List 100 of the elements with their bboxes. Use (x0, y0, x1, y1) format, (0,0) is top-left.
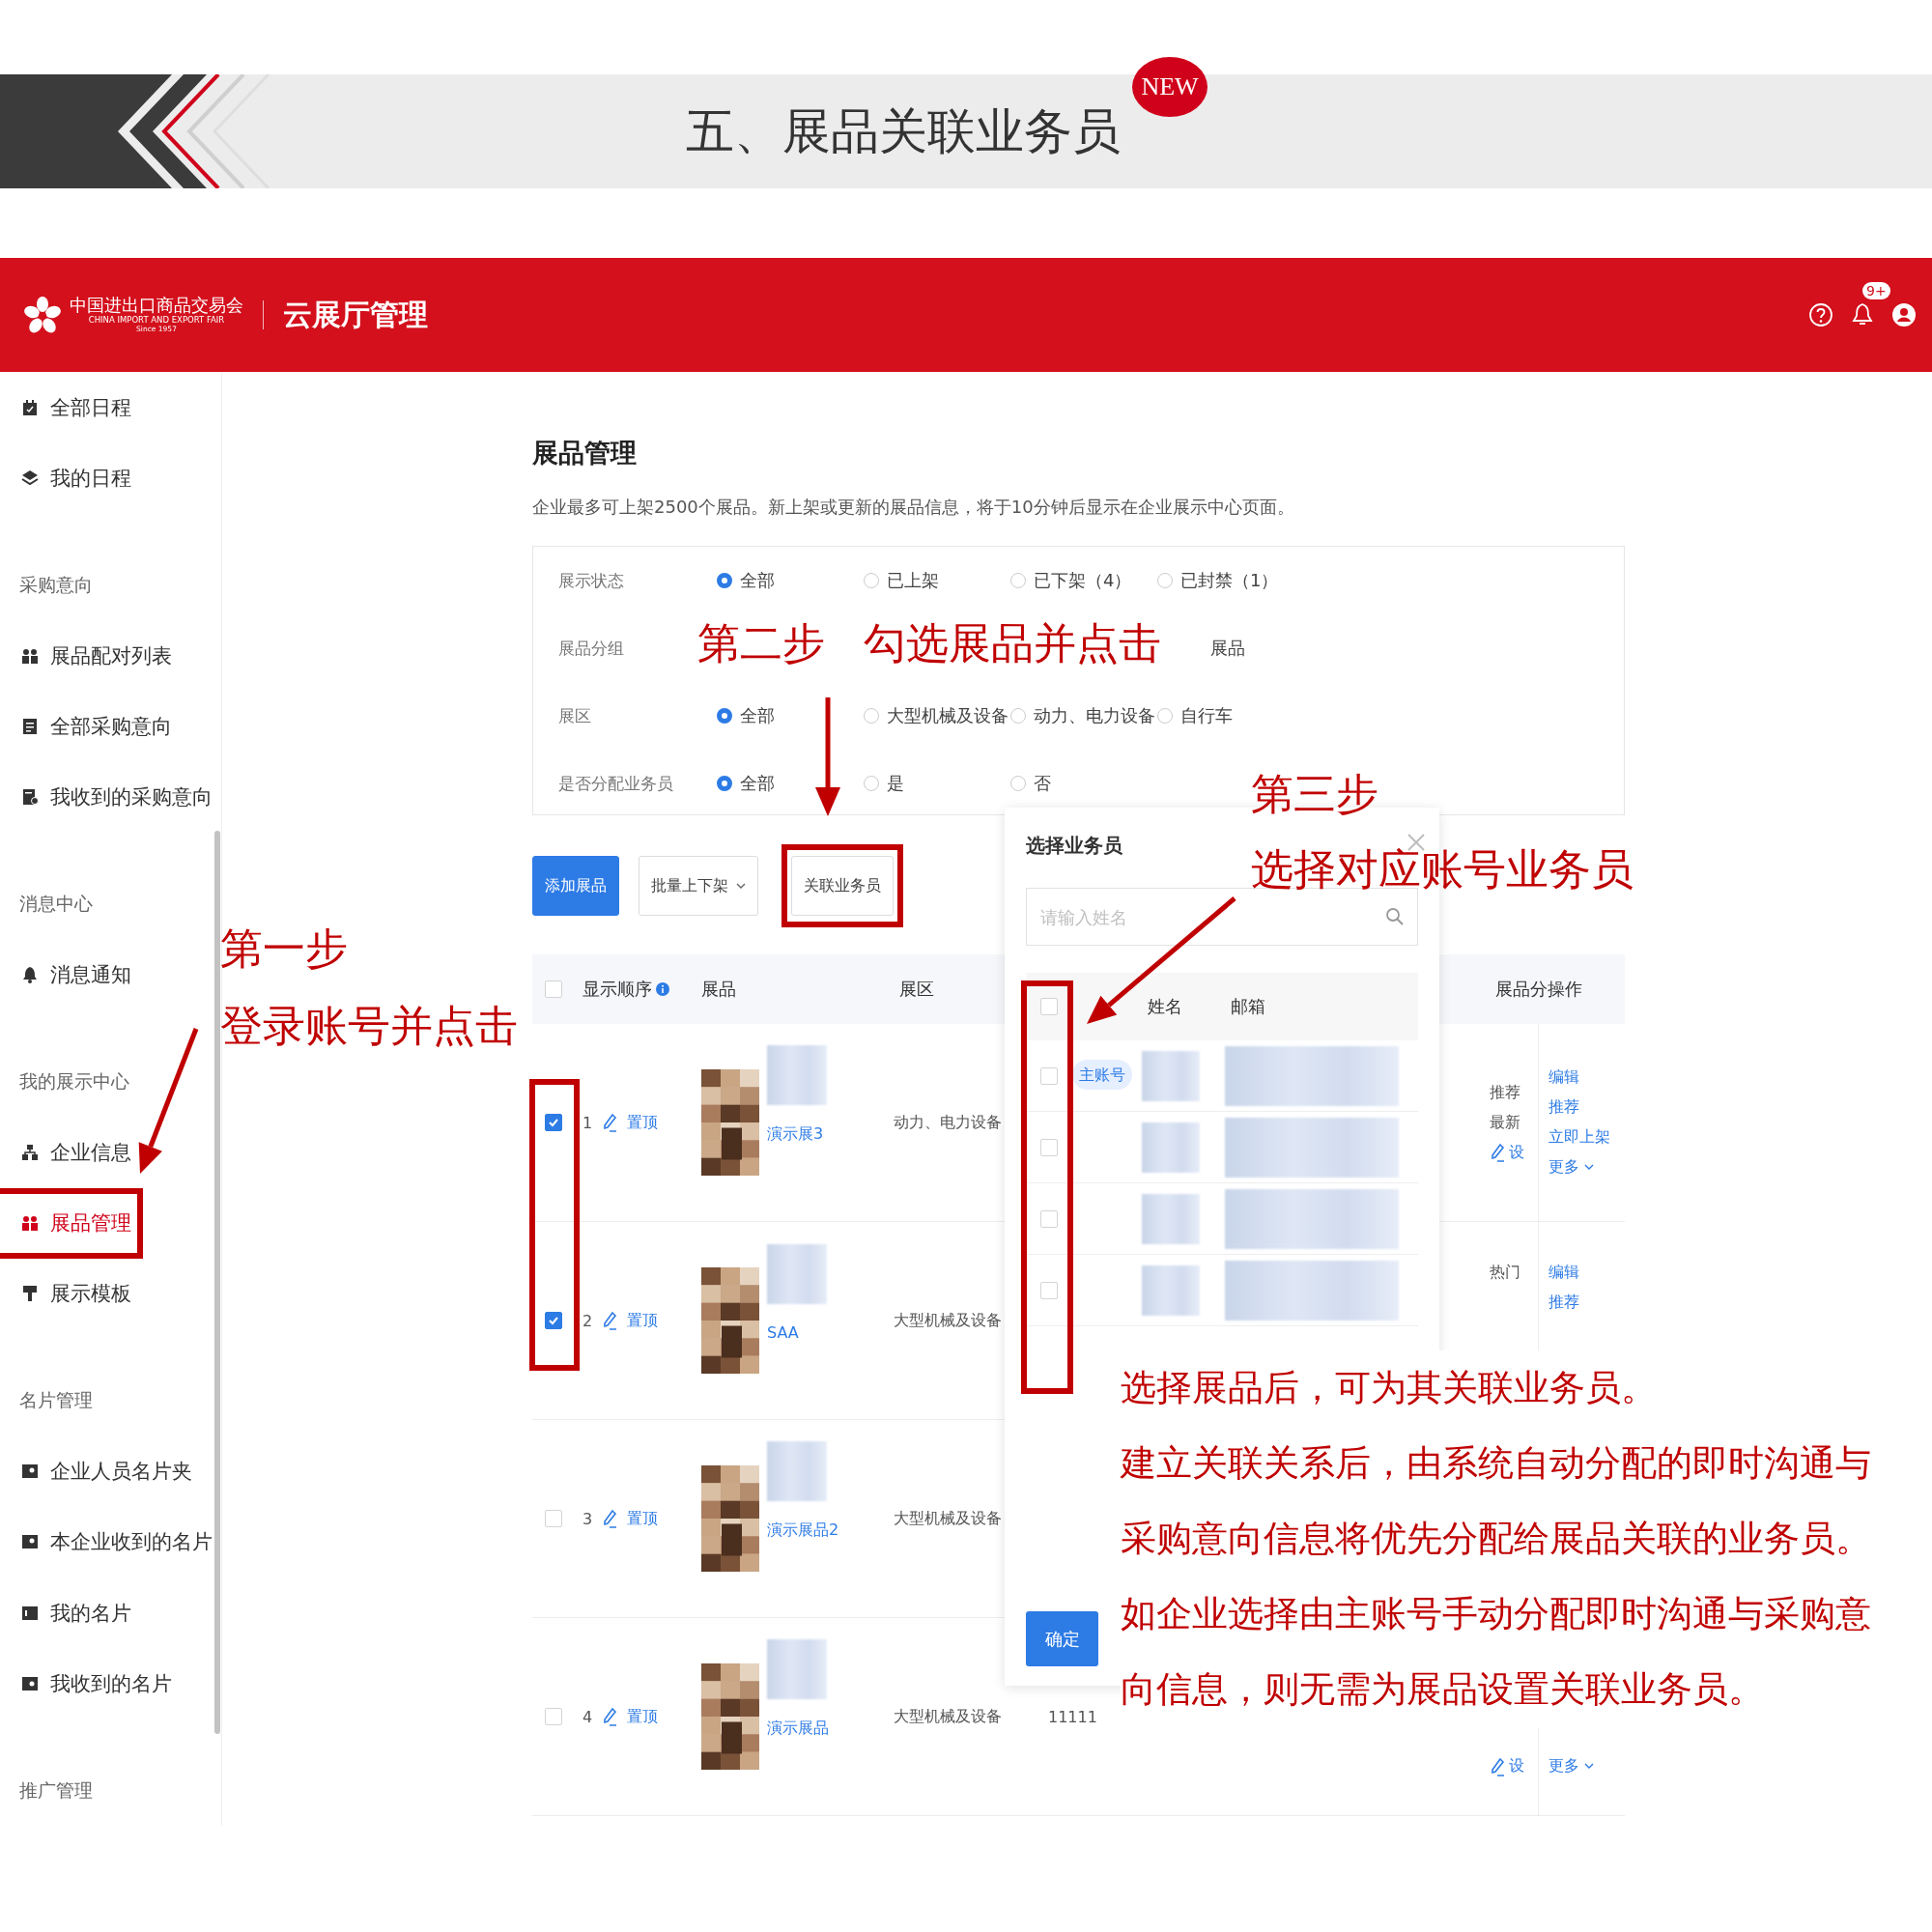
more-link[interactable]: 更多 (1548, 1157, 1594, 1178)
action-link[interactable]: 推荐 (1548, 1097, 1579, 1118)
group-tag: 最新 (1490, 1112, 1520, 1133)
sidebar-item[interactable]: 我的日程 (0, 451, 131, 505)
checkmark-icon (548, 1315, 559, 1326)
radio-button[interactable] (1157, 573, 1173, 588)
app-title: 云展厅管理 (283, 296, 428, 333)
logo-subtitle: CHINA IMPORT AND EXPORT FAIR (88, 316, 225, 326)
sidebar-item[interactable]: 全部日程 (0, 381, 131, 435)
column-header: 显示顺序 (582, 978, 652, 1001)
action-link[interactable]: 编辑 (1548, 1263, 1579, 1283)
product-link[interactable]: 演示展3 (767, 1123, 827, 1145)
option-label[interactable]: 全部 (740, 569, 775, 592)
scrollbar[interactable] (214, 831, 220, 1734)
checkbox[interactable] (545, 1114, 562, 1131)
people-icon (21, 1214, 39, 1233)
pencil-icon (1490, 1756, 1505, 1776)
sidebar-item[interactable]: 全部采购意向 (0, 699, 172, 753)
sidebar-item[interactable]: 展品配对列表 (0, 629, 172, 683)
layers-icon (21, 469, 39, 487)
dialog-title: 选择业务员 (1026, 833, 1122, 859)
option-label[interactable]: 自行车 (1180, 704, 1233, 727)
note-text: 选择展品后，可为其关联业务员。 (1121, 1366, 1658, 1410)
radio-button[interactable] (864, 708, 879, 724)
option-label[interactable]: 已上架 (887, 569, 939, 592)
option-label[interactable]: 已封禁（1） (1180, 569, 1279, 592)
more-link[interactable]: 更多 (1548, 1756, 1594, 1776)
product-link[interactable]: 演示展品 (767, 1718, 829, 1739)
radio-button[interactable] (864, 573, 879, 588)
option-label[interactable]: 全部 (740, 772, 775, 795)
pencil-icon (602, 1509, 618, 1528)
group-tag: 推荐 (1490, 1082, 1520, 1103)
option-label[interactable]: 展品 (1210, 637, 1245, 660)
user-icon[interactable] (1891, 302, 1917, 327)
sidebar-item[interactable]: 企业信息 (0, 1125, 131, 1179)
action-link[interactable]: 立即上架 (1548, 1127, 1610, 1148)
action-link[interactable]: 推荐 (1548, 1293, 1579, 1313)
filter-label: 展区 (558, 704, 592, 727)
radio-button[interactable] (864, 776, 879, 791)
list-icon (21, 717, 39, 735)
sidebar-item[interactable]: 本企业收到的名片 (0, 1515, 213, 1569)
product-link[interactable]: 演示展品2 (767, 1520, 839, 1541)
calendar-icon (21, 398, 39, 416)
radio-button[interactable] (717, 573, 732, 588)
pin-link[interactable]: 置顶 (627, 1508, 659, 1529)
pencil-icon (1490, 1143, 1505, 1162)
sidebar-item[interactable]: 我的名片 (0, 1586, 131, 1640)
add-button[interactable]: 添加展品 (532, 856, 619, 916)
sidebar-item[interactable]: 消息通知 (0, 948, 131, 1002)
filter-label: 是否分配业务员 (558, 772, 674, 795)
step-title: 第一步 (220, 927, 349, 970)
blurred-text (1142, 1050, 1200, 1101)
pencil-icon (602, 1311, 618, 1330)
blurred-text (767, 1638, 827, 1699)
confirm-button[interactable]: 确定 (1026, 1611, 1098, 1666)
order-number: 2 (582, 1311, 593, 1330)
pin-link[interactable]: 置顶 (627, 1706, 659, 1727)
option-label[interactable]: 动力、电力设备 (1034, 704, 1155, 727)
blurred-text (767, 1243, 827, 1304)
dropdown-button[interactable]: 批量上下架 (639, 856, 758, 916)
sidebar-section-title: 我的展示中心 (18, 1069, 130, 1094)
org-chart-icon (21, 1144, 39, 1161)
setting-link[interactable]: 设 (1509, 1756, 1524, 1776)
sidebar-section-title: 采购意向 (18, 572, 94, 597)
sidebar-item[interactable]: 我收到的名片 (0, 1657, 172, 1711)
radio-button[interactable] (1010, 776, 1026, 791)
table-cell: 动力、电力设备 (894, 1112, 1002, 1133)
column-header: 展品 (701, 978, 736, 1001)
radio-button[interactable] (1157, 708, 1173, 724)
radio-button[interactable] (1010, 708, 1026, 724)
slide-title: 五、展品关联业务员 (686, 107, 1121, 156)
radio-button[interactable] (717, 776, 732, 791)
new-badge: NEW (1132, 57, 1208, 117)
sidebar-section-title: 名片管理 (18, 1388, 94, 1413)
setting-link[interactable]: 设 (1509, 1142, 1524, 1163)
product-link[interactable]: SAA (767, 1322, 827, 1342)
option-label[interactable]: 是 (887, 772, 904, 795)
filter-label: 展示状态 (558, 569, 625, 592)
action-link[interactable]: 编辑 (1548, 1067, 1579, 1088)
sidebar-item[interactable]: 企业人员名片夹 (0, 1444, 192, 1498)
column-header: 展区 (899, 978, 934, 1001)
step-instruction: 选择对应账号业务员 (1251, 848, 1634, 891)
radio-button[interactable] (717, 708, 732, 724)
help-icon[interactable] (1808, 302, 1833, 327)
pin-link[interactable]: 置顶 (627, 1310, 659, 1331)
option-label[interactable]: 全部 (740, 704, 775, 727)
checkbox[interactable] (545, 1312, 562, 1329)
note-text: 采购意向信息将优先分配给展品关联的业务员。 (1121, 1517, 1872, 1561)
sidebar-item[interactable]: 展示模板 (0, 1266, 131, 1321)
radio-button[interactable] (1010, 573, 1026, 588)
option-label[interactable]: 否 (1034, 772, 1051, 795)
option-label[interactable]: 大型机械及设备 (887, 704, 1009, 727)
assign-button[interactable]: 关联业务员 (791, 856, 894, 916)
blurred-text (767, 1044, 827, 1105)
option-label[interactable]: 已下架（4） (1034, 569, 1132, 592)
sidebar-item[interactable]: 我收到的采购意向 (0, 770, 213, 824)
pin-link[interactable]: 置顶 (627, 1112, 659, 1133)
notification-badge: 9+ (1862, 282, 1890, 299)
note-text: 如企业选择由主账号手动分配即时沟通与采购意 (1121, 1592, 1872, 1636)
sidebar-item[interactable]: 展品管理 (0, 1196, 131, 1250)
